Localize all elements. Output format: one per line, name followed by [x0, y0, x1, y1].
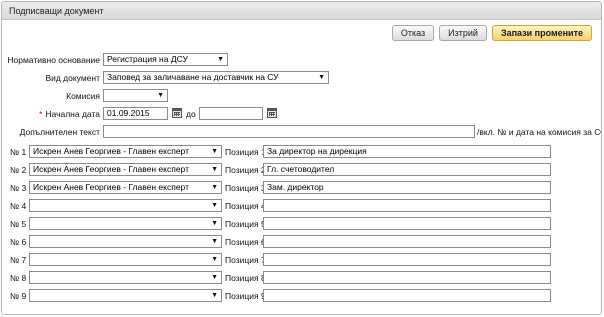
cancel-button[interactable]: Отказ [391, 25, 435, 41]
signer-select[interactable]: ▼ [29, 253, 222, 266]
chevron-down-icon: ▼ [211, 256, 218, 263]
position-input[interactable]: Гл. счетоводител [263, 163, 551, 176]
signer-number: № 7 [10, 255, 27, 265]
signer-select[interactable]: ▼ [29, 199, 222, 212]
required-icon: * [39, 109, 43, 119]
signer-select[interactable]: Искрен Анев Георгиев - Главен експерт ▼ [29, 145, 222, 158]
date-to-label: до [186, 109, 196, 119]
signers-dialog: Подписващи документ Отказ Изтрий Запази … [1, 1, 602, 315]
chevron-down-icon: ▼ [211, 184, 218, 191]
chevron-down-icon: ▼ [211, 202, 218, 209]
position-label: Позиция 1 [225, 147, 266, 157]
extra-text-input[interactable] [103, 125, 475, 138]
signer-number: № 8 [10, 273, 27, 283]
chevron-down-icon: ▼ [211, 292, 218, 299]
commission-select[interactable]: ▼ [103, 89, 168, 102]
commission-label: Комисия [66, 91, 100, 101]
doc-type-label: Вид документ [45, 73, 100, 83]
position-input[interactable] [263, 289, 551, 302]
position-label: Позиция 3 [225, 183, 266, 193]
position-label: Позиция 7 [225, 255, 266, 265]
chevron-down-icon: ▼ [211, 238, 218, 245]
position-input[interactable] [263, 217, 551, 230]
signer-number: № 4 [10, 201, 27, 211]
position-input[interactable] [263, 271, 551, 284]
position-label: Позиция 4 [225, 201, 266, 211]
delete-button[interactable]: Изтрий [439, 25, 487, 41]
position-label: Позиция 6 [225, 237, 266, 247]
signer-select[interactable]: ▼ [29, 217, 222, 230]
end-date-input[interactable] [199, 107, 263, 120]
extra-text-label: Допълнителен текст [19, 127, 100, 137]
position-input[interactable] [263, 199, 551, 212]
chevron-down-icon: ▼ [211, 148, 218, 155]
signer-select[interactable]: Искрен Анев Георгиев - Главен експерт ▼ [29, 181, 222, 194]
position-input[interactable]: За директор на дирекция [263, 145, 551, 158]
chevron-down-icon: ▼ [157, 92, 164, 99]
chevron-down-icon: ▼ [318, 74, 325, 81]
position-label: Позиция 5 [225, 219, 266, 229]
signer-number: № 3 [10, 183, 27, 193]
position-input[interactable] [263, 235, 551, 248]
signer-select[interactable]: ▼ [29, 271, 222, 284]
doc-type-select[interactable]: Заповед за заличаване на доставчик на СУ… [103, 71, 329, 84]
signer-number: № 5 [10, 219, 27, 229]
position-label: Позиция 2 [225, 165, 266, 175]
extra-text-note: /вкл. № и дата на комисия за СО/ [477, 127, 602, 137]
toolbar: Отказ Изтрий Запази промените [391, 25, 592, 41]
position-label: Позиция 9 [225, 291, 266, 301]
signer-value: Искрен Анев Георгиев - Главен експерт [33, 182, 189, 192]
position-label: Позиция 8 [225, 273, 266, 283]
save-button[interactable]: Запази промените [491, 25, 592, 41]
signer-select[interactable]: ▼ [29, 235, 222, 248]
basis-label: Нормативно основание [7, 55, 100, 65]
dialog-title: Подписващи документ [2, 2, 601, 20]
calendar-icon[interactable] [267, 108, 277, 118]
signer-value: Искрен Анев Георгиев - Главен експерт [33, 164, 189, 174]
chevron-down-icon: ▼ [217, 56, 224, 63]
chevron-down-icon: ▼ [211, 274, 218, 281]
signer-select[interactable]: Искрен Анев Георгиев - Главен експерт ▼ [29, 163, 222, 176]
signer-number: № 2 [10, 165, 27, 175]
signer-number: № 1 [10, 147, 27, 157]
basis-select[interactable]: Регистрация на ДСУ ▼ [103, 53, 228, 66]
signer-select[interactable]: ▼ [29, 289, 222, 302]
start-date-label: Начална дата [45, 109, 100, 119]
position-input[interactable] [263, 253, 551, 266]
chevron-down-icon: ▼ [211, 220, 218, 227]
basis-value: Регистрация на ДСУ [107, 54, 188, 64]
signer-number: № 6 [10, 237, 27, 247]
signer-value: Искрен Анев Георгиев - Главен експерт [33, 146, 189, 156]
signer-number: № 9 [10, 291, 27, 301]
calendar-icon[interactable] [172, 108, 182, 118]
doc-type-value: Заповед за заличаване на доставчик на СУ [107, 72, 279, 82]
start-date-label-wrap: * Начална дата [6, 109, 100, 119]
position-input[interactable]: Зам. директор [263, 181, 551, 194]
chevron-down-icon: ▼ [211, 166, 218, 173]
start-date-input[interactable]: 01.09.2015 [103, 107, 168, 120]
